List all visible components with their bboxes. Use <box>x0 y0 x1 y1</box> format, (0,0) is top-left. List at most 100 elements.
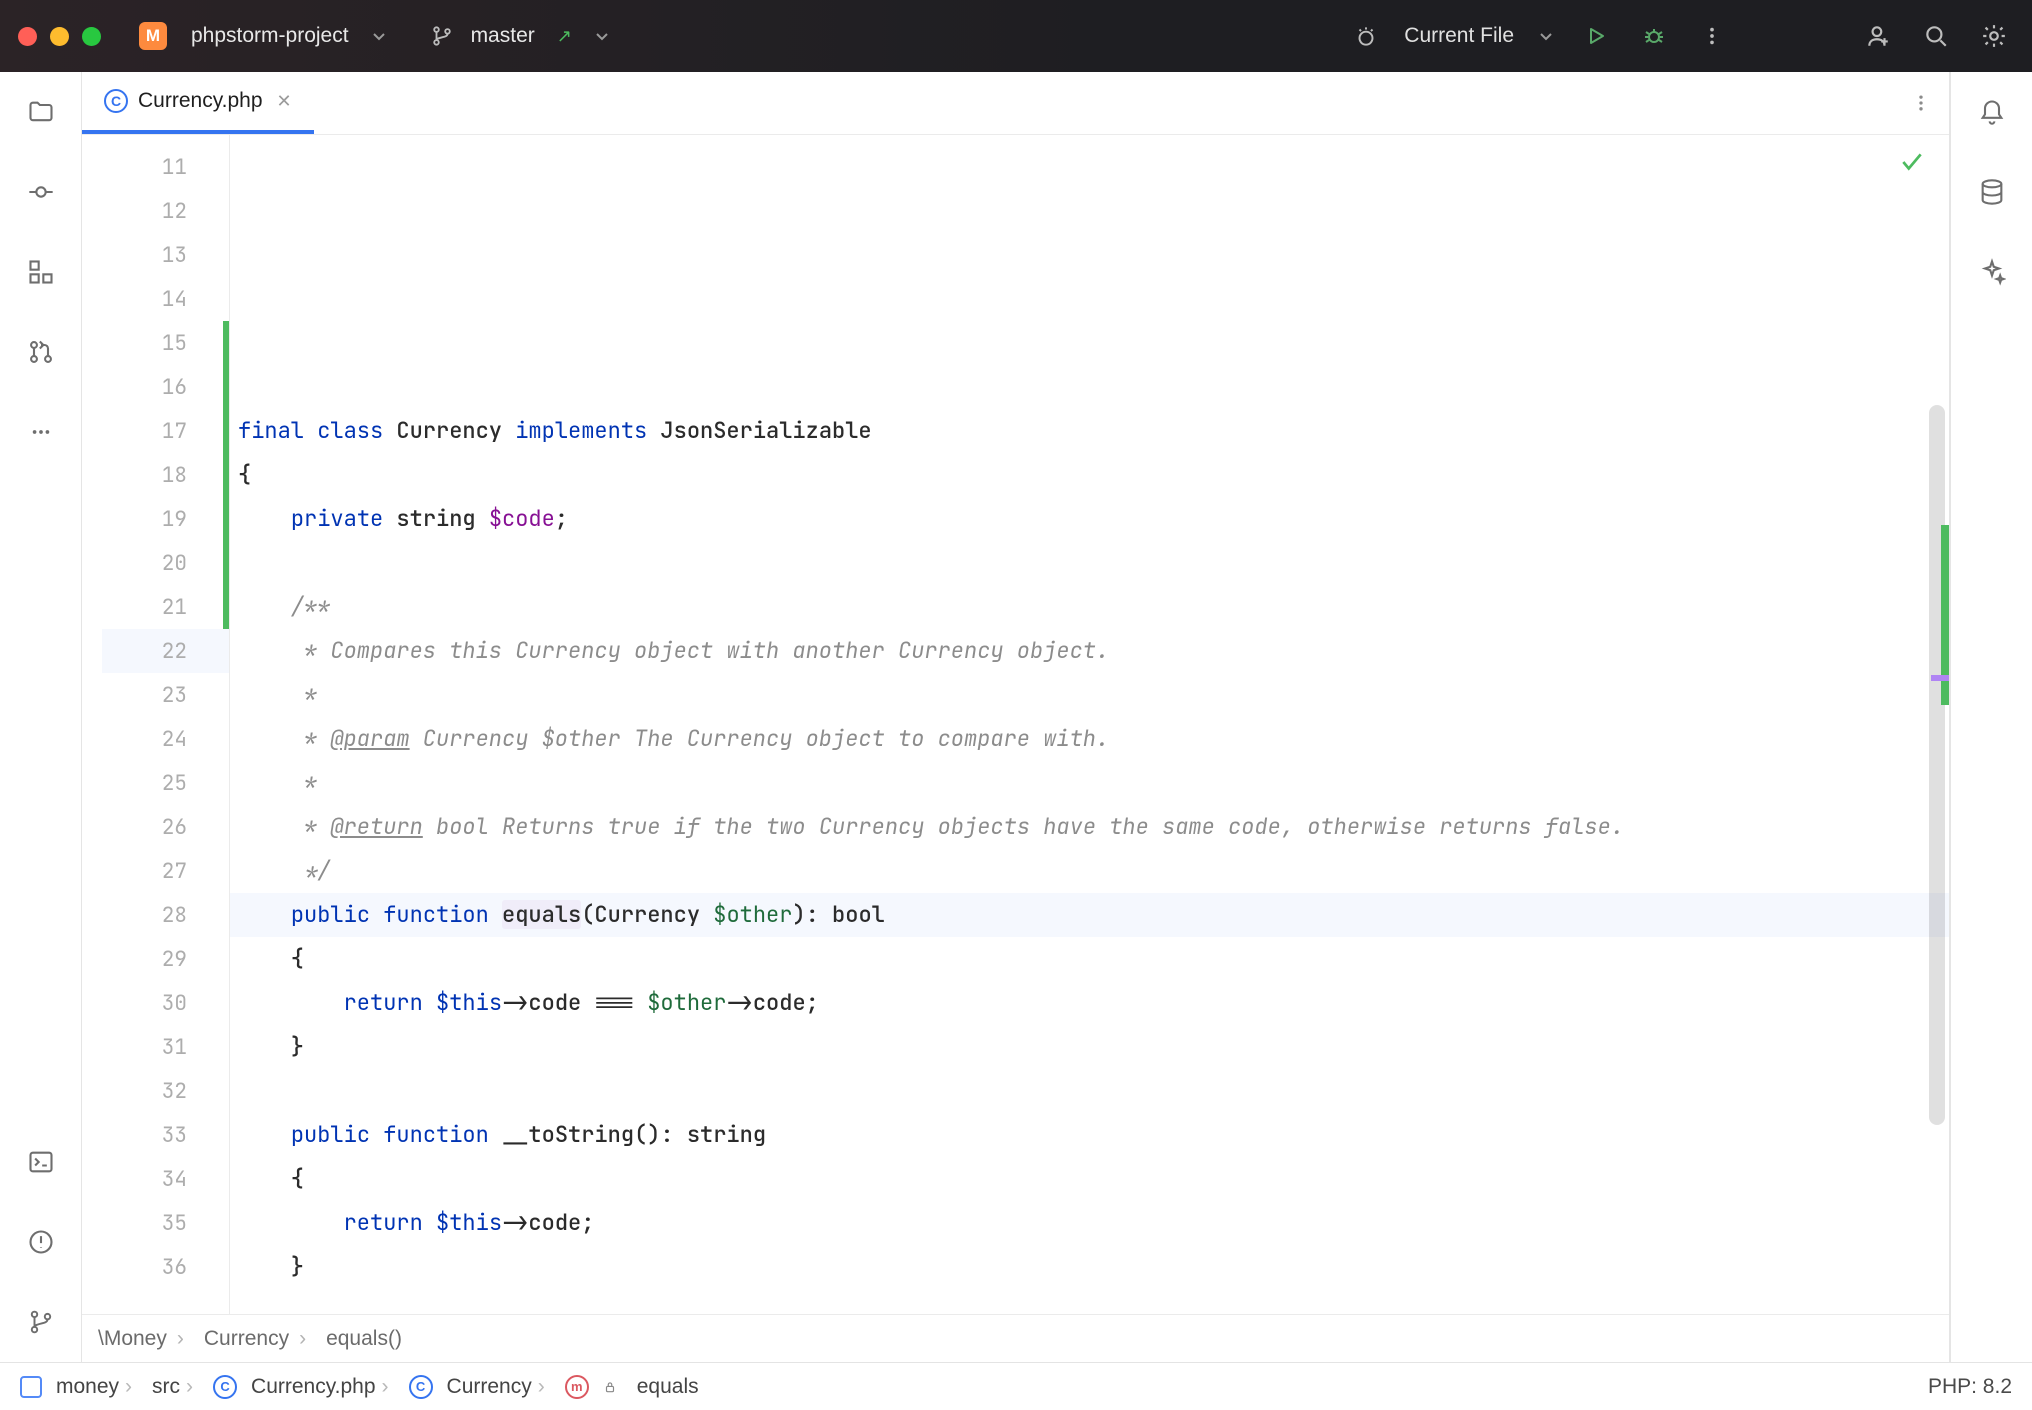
commit-tool-icon[interactable] <box>19 170 63 214</box>
vcs-change-marker-icon[interactable] <box>223 585 229 629</box>
gutter[interactable]: 1112131415161718192021222324252627282930… <box>102 135 230 1314</box>
gutter-line[interactable]: 24 <box>102 717 229 761</box>
code-line[interactable]: * @param Currency $other The Currency ob… <box>230 717 1949 761</box>
chevron-down-icon[interactable] <box>594 28 610 44</box>
gutter-line[interactable]: 28 <box>102 893 229 937</box>
gutter-line[interactable]: 27 <box>102 849 229 893</box>
gutter-line[interactable]: 36 <box>102 1245 229 1289</box>
code-line[interactable]: { <box>230 937 1949 981</box>
editor-body[interactable]: 1112131415161718192021222324252627282930… <box>82 135 1949 1314</box>
code-line[interactable]: public function equals(Currency $other):… <box>230 893 1949 937</box>
code-line[interactable]: * Compares this Currency object with ano… <box>230 629 1949 673</box>
status-path-item[interactable]: equals <box>637 1375 699 1399</box>
gutter-line[interactable]: 14 <box>102 277 229 321</box>
more-tool-icon[interactable] <box>19 410 63 454</box>
code-line[interactable]: { <box>230 1157 1949 1201</box>
structure-tool-icon[interactable] <box>19 250 63 294</box>
inspections-ok-icon[interactable] <box>1899 149 1925 175</box>
gutter-line[interactable]: 19 <box>102 497 229 541</box>
chevron-down-icon[interactable] <box>1538 28 1554 44</box>
vcs-tool-icon[interactable] <box>19 1300 63 1344</box>
minimize-window-icon[interactable] <box>50 27 69 46</box>
ai-assistant-icon[interactable] <box>1970 250 2014 294</box>
run-config[interactable]: Current File <box>1404 24 1514 48</box>
code-line[interactable]: return $this->code === $other->code; <box>230 981 1949 1025</box>
debug-button[interactable] <box>1634 16 1674 56</box>
status-path-item[interactable]: src <box>152 1375 199 1399</box>
php-version[interactable]: PHP: 8.2 <box>1928 1375 2012 1399</box>
status-path-item[interactable]: money <box>56 1375 138 1399</box>
breadcrumbs-local[interactable]: \Money Currency equals() <box>82 1314 1949 1362</box>
gutter-line[interactable]: 34 <box>102 1157 229 1201</box>
search-icon[interactable] <box>1916 16 1956 56</box>
gutter-line[interactable]: 18 <box>102 453 229 497</box>
gutter-line[interactable]: 25 <box>102 761 229 805</box>
vcs-change-marker-icon[interactable] <box>223 497 229 541</box>
pull-requests-tool-icon[interactable] <box>19 330 63 374</box>
gutter-line[interactable]: 16 <box>102 365 229 409</box>
gutter-line[interactable]: 29 <box>102 937 229 981</box>
status-path-item[interactable]: Currency <box>447 1375 551 1399</box>
branch-icon[interactable] <box>431 25 453 47</box>
code-line[interactable]: private string $code; <box>230 497 1949 541</box>
status-path-item[interactable]: Currency.php <box>251 1375 395 1399</box>
settings-icon[interactable] <box>1974 16 2014 56</box>
terminal-tool-icon[interactable] <box>19 1140 63 1184</box>
vcs-change-marker-icon[interactable] <box>223 453 229 497</box>
chevron-down-icon[interactable] <box>371 28 387 44</box>
gutter-line[interactable]: 30 <box>102 981 229 1025</box>
gutter-line[interactable]: 35 <box>102 1201 229 1245</box>
code-line[interactable]: { <box>230 453 1949 497</box>
vcs-change-marker-icon[interactable] <box>223 409 229 453</box>
code-with-me-icon[interactable] <box>1858 16 1898 56</box>
breadcrumb-item[interactable]: Currency <box>204 1327 316 1351</box>
project-tool-icon[interactable] <box>19 90 63 134</box>
more-icon[interactable] <box>1692 16 1732 56</box>
gutter-line[interactable]: 33 <box>102 1113 229 1157</box>
gutter-line[interactable]: 15 <box>102 321 229 365</box>
run-button[interactable] <box>1576 16 1616 56</box>
vcs-change-marker-icon[interactable] <box>223 365 229 409</box>
code-line[interactable]: * @return bool Returns true if the two C… <box>230 805 1949 849</box>
close-window-icon[interactable] <box>18 27 37 46</box>
gutter-line[interactable]: 17 <box>102 409 229 453</box>
breadcrumb-item[interactable]: \Money <box>98 1327 194 1351</box>
gutter-line[interactable]: 21 <box>102 585 229 629</box>
notifications-icon[interactable] <box>1970 90 2014 134</box>
gutter-line[interactable]: 13 <box>102 233 229 277</box>
code-line[interactable] <box>230 541 1949 585</box>
gutter-line[interactable]: 32 <box>102 1069 229 1113</box>
vcs-change-marker-icon[interactable] <box>223 321 229 365</box>
scrollbar[interactable] <box>1929 405 1945 1125</box>
gutter-line[interactable]: 22 <box>102 629 229 673</box>
code-line[interactable]: } <box>230 1025 1949 1069</box>
zoom-window-icon[interactable] <box>82 27 101 46</box>
gutter-line[interactable]: 26 <box>102 805 229 849</box>
tab-currency[interactable]: C Currency.php ✕ <box>82 72 314 134</box>
code-area[interactable]: final class Currency implements JsonSeri… <box>230 135 1949 1314</box>
code-line[interactable] <box>230 1289 1949 1314</box>
code-line[interactable] <box>230 1069 1949 1113</box>
code-line[interactable]: public function __toString(): string <box>230 1113 1949 1157</box>
vcs-change-marker-icon[interactable] <box>223 541 229 585</box>
code-line[interactable]: } <box>230 1245 1949 1289</box>
code-line[interactable]: final class Currency implements JsonSeri… <box>230 409 1949 453</box>
gutter-line[interactable]: 11 <box>102 145 229 189</box>
close-tab-icon[interactable]: ✕ <box>277 91 292 112</box>
code-line[interactable]: return $this->code; <box>230 1201 1949 1245</box>
project-name[interactable]: phpstorm-project <box>191 24 349 48</box>
breadcrumb-item[interactable]: equals() <box>326 1327 402 1351</box>
database-tool-icon[interactable] <box>1970 170 2014 214</box>
branch-name[interactable]: master <box>471 24 535 48</box>
gutter-line[interactable]: 31 <box>102 1025 229 1069</box>
gutter-line[interactable]: 23 <box>102 673 229 717</box>
code-line[interactable]: * <box>230 673 1949 717</box>
tab-more-icon[interactable] <box>1893 72 1949 134</box>
code-line[interactable]: */ <box>230 849 1949 893</box>
problems-tool-icon[interactable] <box>19 1220 63 1264</box>
gutter-line[interactable]: 12 <box>102 189 229 233</box>
code-line[interactable]: * <box>230 761 1949 805</box>
code-line[interactable]: /** <box>230 585 1949 629</box>
gutter-line[interactable]: 20 <box>102 541 229 585</box>
step-icon[interactable] <box>1346 16 1386 56</box>
